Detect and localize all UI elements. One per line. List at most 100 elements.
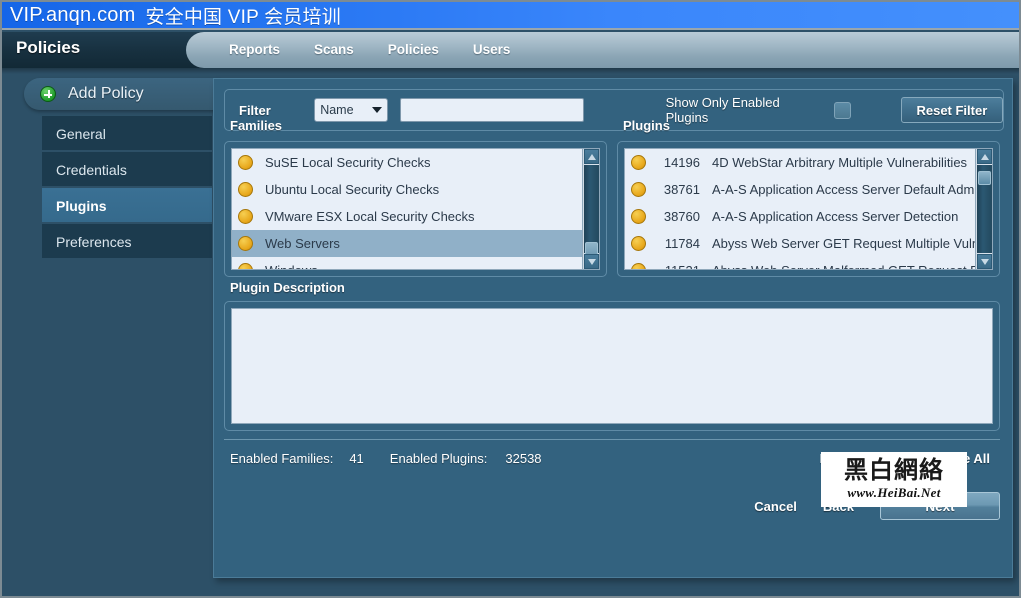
wizard-footer: Cancel Back Next bbox=[224, 483, 1000, 529]
family-name: VMware ESX Local Security Checks bbox=[265, 209, 475, 224]
enabled-plugins-label: Enabled Plugins: bbox=[389, 451, 488, 466]
chevron-down-icon bbox=[371, 107, 382, 113]
sidebar-item-credentials[interactable]: Credentials bbox=[42, 152, 212, 188]
families-list: SuSE Local Security Checks Ubuntu Local … bbox=[231, 148, 600, 270]
filter-text-input[interactable] bbox=[399, 98, 584, 122]
scroll-down-arrow-icon[interactable] bbox=[977, 254, 992, 269]
next-button[interactable]: Next bbox=[880, 492, 1000, 520]
browser-title-bar: VIP.anqn.com 安全中国 VIP 会员培训 bbox=[2, 2, 1019, 30]
cancel-button[interactable]: Cancel bbox=[754, 499, 797, 514]
enabled-plugins-value: 32538 bbox=[505, 451, 542, 466]
plugin-id: 11784 bbox=[664, 236, 700, 251]
navbar-brand: Policies bbox=[16, 38, 81, 57]
add-policy-label: Add Policy bbox=[68, 85, 144, 102]
plugin-name: A-A-S Application Access Server Detectio… bbox=[712, 209, 959, 224]
plugin-name: Abyss Web Server GET Request Multiple Vu… bbox=[712, 236, 975, 251]
family-name: Windows bbox=[265, 263, 318, 269]
nessus-policy-window: VIP.anqn.com 安全中国 VIP 会员培训 Policies Repo… bbox=[0, 0, 1021, 598]
list-item[interactable]: SuSE Local Security Checks bbox=[232, 149, 582, 176]
scroll-down-arrow-icon[interactable] bbox=[584, 254, 599, 269]
tab-scans[interactable]: Scans bbox=[297, 32, 371, 68]
family-status-icon[interactable] bbox=[238, 155, 253, 170]
list-item[interactable]: VMware ESX Local Security Checks bbox=[232, 203, 582, 230]
family-name: SuSE Local Security Checks bbox=[265, 155, 431, 170]
list-item[interactable]: Ubuntu Local Security Checks bbox=[232, 176, 582, 203]
sidebar-item-label: General bbox=[56, 126, 106, 142]
next-button-label: Next bbox=[925, 498, 955, 514]
plugins-list-panel: Plugins 14196 4D WebStar Arbitrary Multi… bbox=[617, 118, 1000, 277]
title-site: VIP.anqn.com bbox=[10, 3, 136, 26]
plugin-status-icon[interactable] bbox=[631, 155, 646, 170]
sidebar-item-label: Credentials bbox=[56, 162, 127, 178]
enabled-families-label: Enabled Families: bbox=[230, 451, 334, 466]
counts-row: Enabled Families: 41 Enabled Plugins: 32… bbox=[224, 439, 1000, 477]
list-item[interactable]: 14196 4D WebStar Arbitrary Multiple Vuln… bbox=[625, 149, 975, 176]
plugins-title: Plugins bbox=[623, 118, 670, 133]
plugin-status-icon[interactable] bbox=[631, 182, 646, 197]
list-item[interactable]: Web Servers bbox=[232, 230, 582, 257]
plugin-description-body bbox=[231, 308, 993, 424]
plugins-panel: Filter Name Show Only Enabled Plugins Re… bbox=[213, 78, 1013, 578]
family-status-icon[interactable] bbox=[238, 236, 253, 251]
family-status-icon[interactable] bbox=[238, 263, 253, 269]
navbar-tab-pill: Reports Scans Policies Users bbox=[186, 32, 1019, 68]
family-name: Ubuntu Local Security Checks bbox=[265, 182, 440, 197]
enable-all-button[interactable]: Enable All bbox=[820, 451, 882, 466]
families-scroll-area: SuSE Local Security Checks Ubuntu Local … bbox=[232, 149, 582, 269]
navbar-tabs: Reports Scans Policies Users bbox=[212, 32, 527, 68]
plugin-description-panel: Plugin Description bbox=[224, 280, 1000, 431]
family-status-icon[interactable] bbox=[238, 182, 253, 197]
list-item[interactable]: 38761 A-A-S Application Access Server De… bbox=[625, 176, 975, 203]
plugin-name: 4D WebStar Arbitrary Multiple Vulnerabil… bbox=[712, 155, 968, 170]
plugin-name: Abyss Web Server Malformed GET Request R… bbox=[712, 263, 975, 269]
policy-sidebar: General Credentials Plugins Preferences bbox=[42, 116, 212, 260]
filter-bar: Filter Name Show Only Enabled Plugins Re… bbox=[224, 89, 1004, 131]
plugin-status-icon[interactable] bbox=[631, 263, 646, 269]
plugin-id: 38760 bbox=[663, 209, 700, 224]
plugin-status-icon[interactable] bbox=[631, 236, 646, 251]
list-item[interactable]: 11784 Abyss Web Server GET Request Multi… bbox=[625, 230, 975, 257]
filter-label: Filter bbox=[239, 102, 271, 118]
reset-filter-label: Reset Filter bbox=[916, 102, 988, 118]
scroll-up-arrow-icon[interactable] bbox=[977, 149, 992, 164]
family-name: Web Servers bbox=[265, 236, 340, 251]
plugins-scroll-thumb[interactable] bbox=[978, 171, 991, 185]
tab-policies[interactable]: Policies bbox=[371, 32, 456, 68]
tab-reports[interactable]: Reports bbox=[212, 32, 297, 68]
plugin-description-title: Plugin Description bbox=[230, 280, 345, 295]
scroll-up-arrow-icon[interactable] bbox=[584, 149, 599, 164]
disable-all-button[interactable]: Disable All bbox=[924, 451, 990, 466]
plugin-id: 38761 bbox=[663, 182, 700, 197]
plus-circle-icon bbox=[40, 86, 56, 102]
plugin-id: 11521 bbox=[658, 263, 700, 269]
sidebar-item-label: Plugins bbox=[56, 198, 107, 214]
plugin-status-icon[interactable] bbox=[631, 209, 646, 224]
families-panel: Families SuSE Local Security Checks Ubun… bbox=[224, 118, 607, 277]
plugin-id: 14196 bbox=[663, 155, 700, 170]
plugins-scrollbar[interactable] bbox=[975, 149, 992, 269]
list-item[interactable]: 11521 Abyss Web Server Malformed GET Req… bbox=[625, 257, 975, 269]
filter-field-value: Name bbox=[320, 103, 354, 117]
tab-users[interactable]: Users bbox=[456, 32, 528, 68]
add-policy-button[interactable]: Add Policy bbox=[24, 78, 220, 110]
families-scroll-track[interactable] bbox=[584, 165, 599, 264]
reset-filter-button[interactable]: Reset Filter bbox=[900, 97, 1004, 123]
enabled-families-value: 41 bbox=[349, 451, 364, 466]
sidebar-item-plugins[interactable]: Plugins bbox=[42, 188, 212, 224]
sidebar-item-general[interactable]: General bbox=[42, 116, 212, 152]
sidebar-item-preferences[interactable]: Preferences bbox=[42, 224, 212, 260]
show-only-enabled-checkbox[interactable] bbox=[834, 101, 851, 119]
list-item[interactable]: Windows bbox=[232, 257, 582, 269]
plugins-scroll-track[interactable] bbox=[977, 165, 992, 253]
plugins-list: 14196 4D WebStar Arbitrary Multiple Vuln… bbox=[624, 148, 993, 270]
title-subtitle: 安全中国 VIP 会员培训 bbox=[145, 6, 341, 28]
navbar-dropshadow bbox=[2, 68, 1019, 74]
top-navbar: Policies Reports Scans Policies Users bbox=[2, 32, 1019, 68]
plugins-scroll-area: 14196 4D WebStar Arbitrary Multiple Vuln… bbox=[625, 149, 975, 269]
filter-field-select[interactable]: Name bbox=[314, 98, 388, 122]
back-button[interactable]: Back bbox=[823, 499, 854, 514]
families-title: Families bbox=[230, 118, 283, 133]
families-scrollbar[interactable] bbox=[582, 149, 599, 269]
list-item[interactable]: 38760 A-A-S Application Access Server De… bbox=[625, 203, 975, 230]
family-status-icon[interactable] bbox=[238, 209, 253, 224]
